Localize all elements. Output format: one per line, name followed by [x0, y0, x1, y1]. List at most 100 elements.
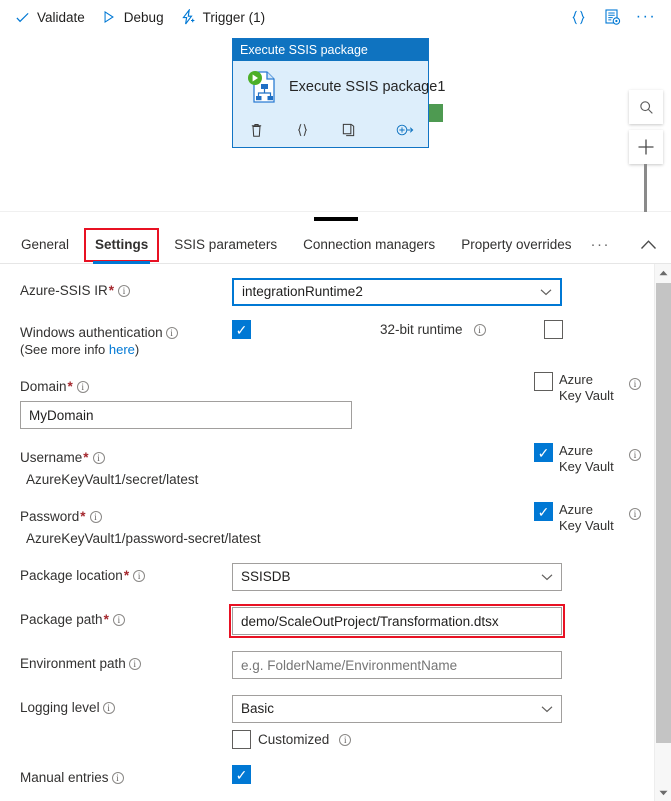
checkmark-icon	[14, 9, 30, 25]
windows-authentication-control-wrap: 32-bit runtime i	[232, 320, 653, 340]
properties-tab-bar: General Settings SSIS parameters Connect…	[0, 226, 671, 264]
username-label-text: Username	[20, 450, 83, 465]
trigger-label: Trigger (1)	[202, 9, 266, 25]
logging-level-control-wrap: Basic Customized i	[232, 695, 653, 749]
info-icon[interactable]: i	[112, 614, 125, 626]
manual-entries-checkbox[interactable]	[232, 765, 251, 784]
runtime-32bit-checkbox[interactable]	[544, 320, 563, 339]
info-icon[interactable]: i	[128, 658, 141, 670]
copy-icon[interactable]	[339, 121, 357, 139]
settings-panel: Azure-SSIS IR* i integrationRuntime2 Wind…	[0, 264, 671, 801]
username-azure-key-vault-checkbox[interactable]	[534, 443, 553, 462]
field-row-package-path: Package path* i	[0, 604, 653, 638]
azure-ssis-ir-select[interactable]: integrationRuntime2	[232, 278, 562, 306]
info-icon[interactable]: i	[92, 452, 105, 464]
windows-authentication-label-text: Windows authentication	[20, 325, 163, 340]
tab-ssis-parameters[interactable]: SSIS parameters	[161, 226, 290, 264]
logging-level-label-text: Logging level	[20, 700, 100, 715]
password-value[interactable]: AzureKeyVault1/password-secret/latest	[20, 525, 261, 547]
scroll-up-arrow-icon[interactable]	[655, 264, 671, 281]
info-icon[interactable]: i	[473, 323, 486, 336]
search-icon	[638, 99, 655, 116]
properties-document-icon[interactable]	[597, 2, 627, 32]
environment-path-label: Environment path i	[20, 651, 232, 672]
password-azure-key-vault-checkbox[interactable]	[534, 502, 553, 521]
tab-overflow-icon[interactable]: ···	[590, 236, 610, 253]
field-row-logging-level: Logging level i Basic Customized i	[0, 695, 653, 749]
settings-scrollbar[interactable]	[654, 264, 671, 801]
info-icon[interactable]: i	[339, 733, 352, 746]
customized-row: Customized i	[232, 730, 653, 749]
activity-card-body: Execute SSIS package1	[233, 61, 445, 113]
username-azure-key-vault-label: Azure Key Vault	[559, 443, 614, 474]
adf-pipeline-editor: Validate Debug Trigger (1) ··· Execute S…	[0, 0, 671, 801]
logging-level-select[interactable]: Basic	[232, 695, 562, 723]
add-output-icon[interactable]	[396, 121, 414, 139]
domain-input[interactable]	[20, 401, 352, 429]
domain-azure-key-vault-checkbox[interactable]	[534, 372, 553, 391]
customized-label: Customized	[258, 732, 330, 747]
scroll-down-arrow-icon[interactable]	[655, 784, 671, 801]
package-location-value: SSISDB	[241, 569, 291, 584]
info-icon[interactable]: i	[102, 702, 115, 714]
domain-label-text: Domain	[20, 379, 67, 394]
toolbar-right-actions: ···	[563, 2, 671, 32]
windows-authentication-checkbox[interactable]	[232, 320, 251, 339]
required-asterisk: *	[83, 450, 89, 465]
required-asterisk: *	[67, 379, 73, 394]
tab-connection-managers-label: Connection managers	[303, 237, 436, 252]
environment-path-control-wrap	[232, 651, 653, 679]
tab-ssis-parameters-label: SSIS parameters	[174, 237, 278, 252]
tab-property-overrides[interactable]: Property overrides	[448, 226, 584, 264]
tab-connection-managers[interactable]: Connection managers	[290, 226, 448, 264]
canvas-search-button[interactable]	[629, 90, 663, 124]
environment-path-input[interactable]	[232, 651, 562, 679]
chevron-up-icon[interactable]	[640, 239, 657, 250]
info-icon[interactable]: i	[629, 508, 641, 520]
chevron-down-icon	[541, 705, 553, 713]
activity-output-handle[interactable]	[429, 104, 443, 122]
more-info-link[interactable]: here	[109, 342, 135, 357]
azure-ssis-ir-label-text: Azure-SSIS IR	[20, 283, 108, 298]
required-asterisk: *	[103, 612, 109, 627]
code-braces-icon[interactable]	[293, 121, 311, 139]
delete-icon[interactable]	[247, 121, 265, 139]
info-icon[interactable]: i	[111, 772, 124, 784]
username-value[interactable]: AzureKeyVault1/secret/latest	[20, 466, 232, 488]
top-toolbar: Validate Debug Trigger (1) ···	[0, 0, 671, 34]
validate-button[interactable]: Validate	[8, 0, 95, 34]
tab-general[interactable]: General	[8, 226, 82, 264]
required-asterisk: *	[80, 509, 86, 524]
pipeline-canvas[interactable]: Execute SSIS package Execute SSIS packag…	[0, 34, 671, 235]
activity-card-title: Execute SSIS package1	[289, 79, 446, 95]
info-icon[interactable]: i	[629, 449, 641, 461]
username-label: Username* i AzureKeyVault1/secret/latest	[20, 445, 232, 488]
tab-settings[interactable]: Settings	[82, 226, 161, 264]
trigger-button[interactable]: Trigger (1)	[174, 0, 276, 34]
azure-ssis-ir-control-wrap: integrationRuntime2	[232, 278, 653, 306]
password-label: Password* i AzureKeyVault1/password-secre…	[20, 504, 261, 547]
manual-entries-label-text: Manual entries	[20, 770, 109, 785]
info-icon[interactable]: i	[76, 381, 89, 393]
password-akv-group: Azure Key Vault	[534, 502, 615, 534]
info-icon[interactable]: i	[118, 285, 131, 297]
activity-card-actions	[233, 113, 428, 147]
info-icon[interactable]: i	[165, 327, 178, 339]
activity-card-execute-ssis-package[interactable]: Execute SSIS package Execute SSIS packag…	[232, 38, 445, 148]
tab-property-overrides-label: Property overrides	[461, 237, 572, 252]
package-location-select[interactable]: SSISDB	[232, 563, 562, 591]
chevron-down-icon	[541, 573, 553, 581]
toolbar-overflow-icon[interactable]: ···	[631, 2, 661, 32]
panel-resize-handle[interactable]	[0, 212, 671, 226]
info-icon[interactable]: i	[629, 378, 641, 390]
info-icon[interactable]: i	[89, 511, 102, 523]
username-akv-group: Azure Key Vault	[534, 443, 615, 475]
package-path-input[interactable]	[229, 604, 565, 638]
azure-ssis-ir-value: integrationRuntime2	[242, 284, 363, 299]
code-view-icon[interactable]	[563, 2, 593, 32]
scrollbar-thumb[interactable]	[656, 283, 671, 743]
debug-button[interactable]: Debug	[95, 0, 174, 34]
customized-checkbox[interactable]	[232, 730, 251, 749]
info-icon[interactable]: i	[133, 570, 146, 582]
canvas-zoom-in-button[interactable]	[629, 130, 663, 164]
